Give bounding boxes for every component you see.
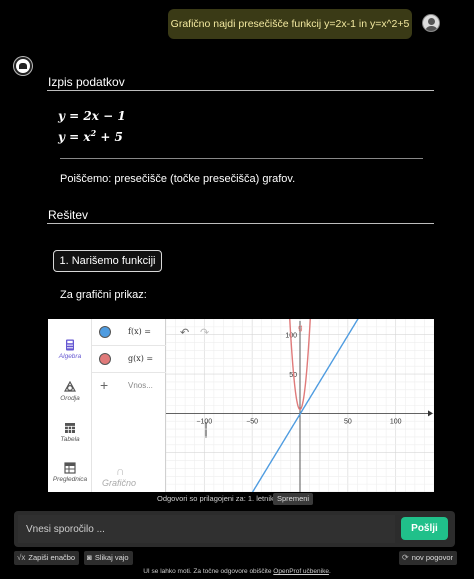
equation-1-rhs: 2x − 1 [83, 109, 126, 123]
user-avatar [422, 14, 440, 32]
equation-2-rest: + 5 [96, 130, 123, 144]
tool-orodja[interactable]: Orodja [48, 381, 92, 402]
calculator-icon [66, 339, 74, 351]
geogebra-toolbar: Algebra Orodja Tabela Preglednica [48, 319, 92, 492]
disclaimer-footer: UI se lahko moti. Za točne odgovore obiš… [0, 568, 474, 575]
disclaimer-text: UI se lahko moti. Za točne odgovore obiš… [143, 568, 274, 575]
algebra-row-f-text: f(x) = [128, 327, 151, 336]
equation-2-base: x [83, 130, 91, 144]
undo-icon[interactable]: ↶ [180, 326, 189, 339]
change-grade-button[interactable]: Spremeni [273, 493, 314, 505]
user-message-bubble: Grafično najdi presečišče funkcij y=2x-1… [168, 9, 412, 39]
camera-icon: ◙ [87, 553, 92, 562]
spreadsheet-icon [64, 462, 76, 474]
x-tick-label: −50 [246, 418, 258, 425]
algebra-row-g-text: g(x) = [128, 354, 154, 363]
openprof-link[interactable]: OpenProf učbenike [273, 568, 329, 575]
data-heading-divider [47, 90, 434, 91]
algebra-input[interactable]: Vnos... [128, 381, 153, 390]
equation-1: y = 2x − 1 [58, 109, 126, 123]
solution-heading: Rešitev [48, 208, 89, 222]
solution-heading-divider [47, 223, 434, 224]
geogebra-applet[interactable]: Algebra Orodja Tabela Preglednica f(x) =… [48, 319, 434, 492]
equation-2: y = x2 + 5 [58, 128, 123, 144]
photo-button-label: Slikaj vajo [94, 553, 129, 562]
x-tick-label: 50 [344, 418, 352, 425]
refresh-icon: ⟳ [402, 553, 409, 562]
step-1-label: 1. Narišemo funkciji [59, 255, 156, 267]
tool-algebra[interactable]: Algebra [48, 339, 92, 360]
geogebra-logo: ∩ Grafično [102, 464, 136, 488]
x-tick-label: 100 [390, 418, 402, 425]
visibility-toggle-g[interactable] [99, 353, 111, 365]
equations-divider [60, 158, 423, 159]
shapes-icon [64, 381, 76, 392]
new-chat-button-label: nov pogovor [411, 553, 453, 562]
x-tick-label: −100 [196, 418, 212, 425]
grade-caption: Odgovori so prilagojeni za: 1. letnik [157, 494, 274, 503]
tool-tabela[interactable]: Tabela [48, 422, 92, 443]
photo-button[interactable]: ◙ Slikaj vajo [84, 551, 133, 565]
visibility-toggle-f[interactable] [99, 326, 111, 338]
plus-icon[interactable]: + [100, 377, 108, 393]
x-axis-arrow [428, 410, 433, 417]
tool-preglednica-label: Preglednica [52, 476, 88, 483]
assistant-avatar-icon [14, 57, 32, 75]
equation-2-lhs: y [58, 130, 65, 144]
tool-algebra-label: Algebra [58, 353, 82, 360]
graphing-view[interactable]: −100 −50 50 10010050g↶ ↷ [166, 319, 434, 492]
user-message-text: Grafično najdi presečišče funkcij y=2x-1… [170, 18, 410, 30]
message-input[interactable] [18, 515, 395, 543]
algebra-row-f[interactable]: f(x) = [92, 319, 166, 346]
equation-1-lhs: y [58, 109, 65, 123]
formula-button[interactable]: √x Zapiši enačbo [14, 551, 80, 565]
geogebra-logo-icon: ∩ [116, 464, 125, 478]
series-g-label: g [298, 323, 302, 332]
disclaimer-end: . [328, 568, 331, 575]
table-icon [65, 423, 75, 433]
task-text: Poiščemo: presečišče (točke presečišča) … [60, 173, 296, 185]
redo-icon[interactable]: ↷ [200, 326, 209, 339]
tool-preglednica[interactable]: Preglednica [48, 462, 92, 483]
algebra-row-g[interactable]: g(x) = [92, 346, 166, 373]
sqrt-icon: √x [17, 553, 26, 562]
data-heading: Izpis podatkov [48, 75, 125, 89]
graph-intro-text: Za grafični prikaz: [60, 289, 147, 301]
geogebra-logo-text: Grafično [102, 478, 137, 488]
send-button[interactable]: Pošlji [401, 517, 448, 540]
tool-orodja-label: Orodja [60, 395, 80, 402]
tool-tabela-label: Tabela [60, 436, 80, 443]
step-1-button[interactable]: 1. Narišemo funkciji [53, 250, 162, 272]
algebra-input-row[interactable]: + Vnos... [92, 373, 166, 400]
new-chat-button[interactable]: ⟳ nov pogovor [399, 551, 457, 565]
formula-button-label: Zapiši enačbo [28, 553, 76, 562]
